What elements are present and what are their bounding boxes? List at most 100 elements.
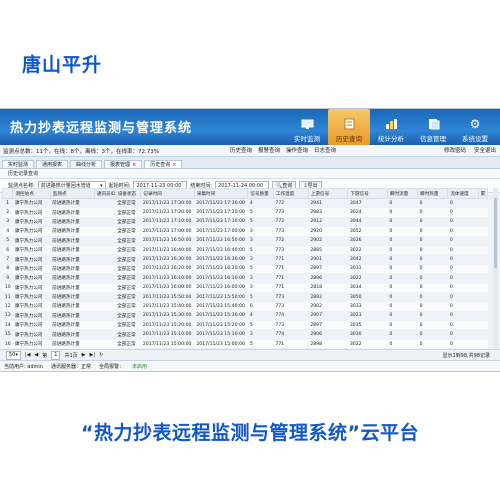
column-header[interactable]: 累 (477, 188, 489, 199)
table-cell: 0 (417, 273, 448, 284)
tab-realtime[interactable]: 实时监测 (2, 160, 35, 168)
table-cell: 2017/11/23 16:00:00 (140, 283, 195, 293)
table-cell: 康宁热力公司 (12, 273, 51, 284)
sub-operation-query[interactable]: 操作查询 (286, 146, 308, 154)
table-cell: 2017/11/23 16:30:00 (140, 254, 195, 265)
column-header[interactable]: 下游信号 (347, 188, 388, 199)
column-header[interactable]: 采集时间 (193, 188, 249, 199)
table-cell: 2017/11/23 16:20:00 (194, 264, 248, 275)
table-row[interactable]: 4 康宁热力公司 前进路热计量 全部正常 2017/11/23 17:00:00 2017… (2, 226, 488, 237)
table-cell: 康宁热力公司 (12, 283, 51, 293)
table-cell: 康宁热力公司 (12, 226, 51, 237)
table-cell (478, 273, 488, 284)
page-size-select[interactable]: 50 ▾ (6, 350, 21, 360)
tab-curve[interactable]: 曲线分析 (70, 160, 103, 168)
table-row[interactable]: 1 康宁热力公司 前进路热计量 全部正常 2017/11/23 17:30:00 2017… (2, 198, 488, 209)
last-page-icon[interactable]: ▶| (90, 352, 96, 358)
sub-history-query[interactable]: 历史查询 (230, 146, 252, 154)
tab-history[interactable]: 历史查询 × (144, 160, 183, 168)
column-header[interactable]: 上游信号 (307, 188, 349, 199)
table-row[interactable]: 8 康宁热力公司 前进路热计量 全部正常 2017/11/23 16:20:00 2017… (2, 264, 488, 275)
table-cell: 0 (417, 207, 448, 218)
row-number: 12 (2, 301, 13, 312)
table-row[interactable]: 5 康宁热力公司 前进路热计量 全部正常 2017/11/23 16:50:00 2017… (2, 236, 488, 246)
table-cell (478, 292, 488, 303)
first-page-icon[interactable]: |◀ (25, 352, 31, 358)
column-header[interactable]: 测控站点 (12, 188, 51, 199)
table-row[interactable]: 7 康宁热力公司 前进路热计量 全部正常 2017/11/23 16:30:00 2017… (2, 254, 488, 265)
table-row[interactable]: 13 康宁热力公司 前进路热计量 全部正常 2017/11/23 15:30:00 201… (2, 311, 488, 322)
sub-alarm-query[interactable]: 报警查询 (258, 146, 280, 154)
table-cell (94, 301, 116, 312)
table-row[interactable]: 16 康宁热力公司 前进路热计量 全部正常 2017/11/23 15:00:00 201… (2, 339, 488, 350)
column-header[interactable]: 设备状态 (114, 188, 142, 199)
current-user: 当前用户: admin (4, 363, 43, 370)
sub-log-query[interactable]: 日志查询 (314, 146, 336, 154)
table-cell: 3033 (347, 301, 388, 312)
table-cell: 2017/11/23 17:10:00 (194, 217, 248, 228)
table-cell: 2017/11/23 16:30:00 (194, 254, 248, 265)
nav-settings[interactable]: ⚙ 系统设置 (454, 109, 496, 145)
table-scrollbar[interactable] (493, 188, 498, 348)
table-row[interactable]: 10 康宁热力公司 前进路热计量 全部正常 2017/11/23 16:00:00 201… (2, 283, 488, 293)
table-cell: 前进路热计量 (50, 339, 95, 350)
history-table: 测控站点 监测点 通讯员ID 设备状态 记录时间 采集时间 信号质量 工作温度 上游信号 下游信号… (1, 188, 489, 350)
table-cell: 774 (273, 311, 309, 322)
table-cell: 0 (417, 254, 448, 265)
close-icon[interactable]: × (132, 162, 136, 168)
table-row[interactable]: 3 康宁热力公司 前进路热计量 全部正常 2017/11/23 17:10:00 2017… (2, 217, 488, 228)
tab-report-manage[interactable]: 报表管理 × (104, 160, 143, 168)
nav-history[interactable]: 历史查询 (328, 109, 370, 145)
nav-realtime[interactable]: 实时监测 (286, 109, 328, 145)
table-cell: 773 (273, 301, 309, 312)
table-cell: 4 (247, 198, 274, 209)
table-row[interactable]: 11 康宁热力公司 前进路热计量 全部正常 2017/11/23 15:50:00 201… (2, 292, 488, 303)
column-header[interactable]: 通讯员ID (93, 188, 116, 199)
table-cell (94, 320, 116, 331)
close-icon[interactable]: × (172, 162, 176, 168)
table-row[interactable]: 14 康宁热力公司 前进路热计量 全部正常 2017/11/23 15:20:00 201… (2, 320, 488, 331)
refresh-icon[interactable]: ↻ (99, 352, 103, 358)
table-cell: 前进路热计量 (50, 292, 95, 303)
table-cell: 前进路热计量 (50, 311, 95, 322)
prev-page-icon[interactable]: ◀ (34, 352, 38, 358)
table-cell: 0 (447, 311, 479, 322)
table-cell: 前进路热计量 (50, 245, 95, 256)
nav-statistics[interactable]: 统计分析 (370, 109, 412, 145)
table-row[interactable]: 6 康宁热力公司 前进路热计量 全部正常 2017/11/23 16:40:00 2017… (2, 245, 488, 256)
table-cell: 前进路热计量 (50, 217, 95, 228)
table-cell: 3024 (347, 207, 388, 218)
table-cell: 全部正常 (115, 245, 141, 256)
table-cell: 0 (417, 311, 448, 322)
row-number: 15 (2, 329, 13, 340)
table-row[interactable]: 9 康宁热力公司 前进路热计量 全部正常 2017/11/23 16:10:00 2017… (2, 273, 488, 284)
column-header[interactable]: 监测点 (49, 188, 95, 199)
table-cell (478, 198, 488, 209)
document-icon (426, 117, 440, 131)
column-header[interactable]: 流体速度 (447, 188, 479, 199)
table-cell: 前进路热计量 (50, 198, 95, 209)
next-page-icon[interactable]: ▶ (82, 352, 86, 358)
change-password-link[interactable]: 修改密码 (444, 146, 466, 154)
table-row[interactable]: 15 康宁热力公司 前进路热计量 全部正常 2017/11/23 15:10:00 201… (2, 329, 488, 340)
table-cell: 3042 (347, 254, 388, 265)
table-row[interactable]: 2 康宁热力公司 前进路热计量 全部正常 2017/11/23 17:20:00 2017… (2, 207, 488, 218)
tab-report[interactable]: 通用报表 (36, 160, 69, 168)
column-header[interactable]: 信号质量 (247, 188, 274, 199)
table-cell (478, 254, 488, 265)
nav-info[interactable]: 信息管理 (412, 109, 454, 145)
table-cell (478, 236, 488, 246)
table-cell: 康宁热力公司 (12, 254, 51, 265)
gear-icon: ⚙ (469, 117, 481, 131)
table-cell: 2017/11/23 15:00:00 (140, 339, 195, 350)
column-header[interactable]: 瞬时热量 (417, 188, 449, 199)
column-header[interactable] (1, 188, 14, 199)
page-input[interactable]: 1 (51, 350, 61, 360)
column-header[interactable]: 瞬时流量 (386, 188, 419, 199)
table-cell (478, 283, 488, 293)
table-row[interactable]: 12 康宁热力公司 前进路热计量 全部正常 2017/11/23 15:40:00 201… (2, 301, 488, 312)
column-header[interactable]: 工作温度 (272, 188, 309, 199)
logout-link[interactable]: 安全退出 (474, 146, 496, 154)
table-cell: 前进路热计量 (50, 320, 95, 331)
column-header[interactable]: 记录时间 (140, 188, 195, 199)
